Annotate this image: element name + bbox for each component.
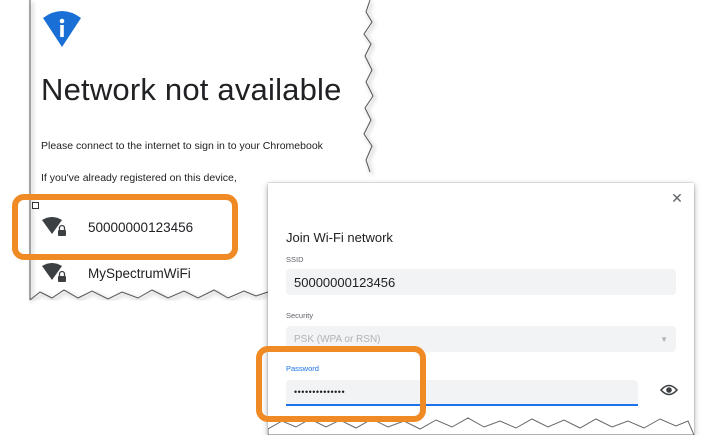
security-value: PSK (WPA or RSN)	[294, 333, 381, 345]
dialog-title: Join Wi-Fi network	[286, 230, 393, 245]
ssid-label: SSID	[286, 255, 304, 264]
close-icon[interactable]: ✕	[670, 191, 684, 205]
eye-icon[interactable]	[660, 383, 678, 397]
connect-message: Please connect to the internet to sign i…	[41, 140, 323, 152]
info-icon	[43, 11, 81, 47]
chevron-down-icon: ▼	[660, 334, 668, 344]
network-item-2[interactable]: MySpectrumWiFi	[42, 258, 191, 288]
security-label: Security	[286, 311, 314, 320]
registered-message: If you've already registered on this dev…	[41, 172, 237, 184]
ssid-value: 50000000123456	[294, 274, 396, 290]
wifi-locked-icon	[42, 263, 66, 282]
ssid-field[interactable]: 50000000123456	[286, 269, 676, 295]
highlight-password-field	[256, 346, 426, 422]
page-title: Network not available	[41, 72, 342, 107]
network-name: MySpectrumWiFi	[88, 265, 191, 281]
highlight-network-item	[12, 194, 238, 260]
